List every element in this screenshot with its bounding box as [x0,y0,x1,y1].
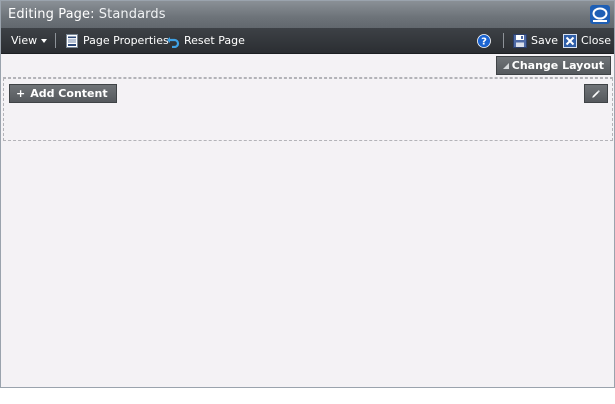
save-icon [513,33,527,48]
add-content-label: Add Content [30,87,108,100]
svg-text:?: ? [481,36,487,47]
plus-icon: + [16,87,26,100]
reset-page-label: Reset Page [184,34,245,47]
undo-icon [167,36,180,48]
title-bar: Editing Page: Standards [1,1,614,28]
page-title: Editing Page: Standards [8,1,166,28]
close-label: Close [581,34,611,47]
title-prefix: Editing Page: [8,7,95,22]
toolbar-divider [55,33,56,48]
change-layout-label: Change Layout [511,59,604,72]
help-button[interactable]: ? [477,28,491,53]
edit-region-button[interactable] [584,84,608,103]
close-icon [563,33,577,48]
save-label: Save [531,34,559,47]
toolbar-divider [503,33,504,48]
close-button[interactable]: Close [563,28,611,53]
title-page-name: Standards [98,7,166,22]
view-menu[interactable]: View [11,28,48,53]
editor-toolbar: View Page Properties Reset Page ? Save C… [1,28,614,54]
add-content-button[interactable]: + Add Content [9,84,117,103]
page-editor-window: Editing Page: Standards View Page Proper… [0,0,615,388]
reset-page-button[interactable]: Reset Page [166,28,245,53]
page-properties-icon [66,33,78,48]
chevron-down-icon [41,39,48,43]
resize-corner-icon [502,62,509,69]
save-button[interactable]: Save [513,28,558,53]
pencil-icon [592,89,600,98]
page-properties-button[interactable]: Page Properties [65,28,169,53]
oracle-o-icon [590,5,610,24]
change-layout-button[interactable]: Change Layout [495,56,611,75]
page-properties-label: Page Properties [83,34,169,47]
view-menu-label: View [11,34,38,47]
help-icon: ? [477,33,491,48]
